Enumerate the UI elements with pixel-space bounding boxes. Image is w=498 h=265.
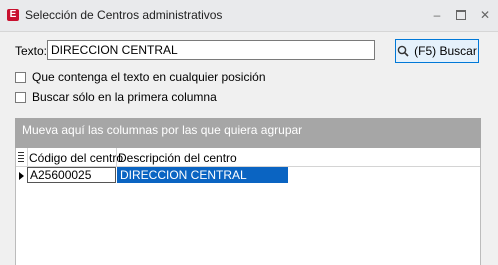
table-row[interactable]: A25600025 DIRECCION CENTRAL MADRILEÑA <box>16 167 480 198</box>
minimize-icon: – <box>433 8 441 22</box>
first-column-only-option[interactable]: Buscar sólo en la primera columna <box>15 90 217 104</box>
current-row-arrow-icon <box>19 172 24 180</box>
cell-description[interactable]: DIRECCION CENTRAL MADRILEÑA <box>117 167 288 198</box>
close-icon: ✕ <box>479 8 491 22</box>
results-grid[interactable]: Código del centro Descripción del centro… <box>15 148 481 265</box>
first-column-only-checkbox[interactable] <box>15 91 26 103</box>
title-bar: E Selección de Centros administrativos –… <box>0 0 498 32</box>
group-by-hint: Mueva aquí las columnas por las que quie… <box>22 123 303 137</box>
contains-anywhere-label: Que contenga el texto en cualquier posic… <box>32 70 266 84</box>
search-input[interactable] <box>47 40 375 60</box>
group-by-panel[interactable]: Mueva aquí las columnas por las que quie… <box>15 118 481 148</box>
minimize-button[interactable]: – <box>429 7 445 23</box>
column-header-code[interactable]: Código del centro <box>29 151 123 165</box>
column-chooser-icon[interactable] <box>16 148 28 166</box>
contains-anywhere-option[interactable]: Que contenga el texto en cualquier posic… <box>15 70 266 84</box>
app-logo-icon: E <box>7 9 19 21</box>
column-header-description[interactable]: Descripción del centro <box>118 151 237 165</box>
column-divider[interactable] <box>116 148 117 166</box>
search-label: Texto: <box>15 44 48 58</box>
grid-header: Código del centro Descripción del centro <box>16 148 480 167</box>
contains-anywhere-checkbox[interactable] <box>15 71 26 83</box>
magnifier-icon <box>397 45 409 57</box>
cell-code[interactable]: A25600025 <box>27 167 116 183</box>
first-column-only-label: Buscar sólo en la primera columna <box>32 90 217 104</box>
maximize-button[interactable] <box>453 7 469 23</box>
window-title: Selección de Centros administrativos <box>25 8 223 22</box>
search-button-label: (F5) Buscar <box>414 44 477 58</box>
close-button[interactable]: ✕ <box>477 7 493 23</box>
maximize-icon <box>456 10 466 20</box>
search-button[interactable]: (F5) Buscar <box>395 39 479 63</box>
